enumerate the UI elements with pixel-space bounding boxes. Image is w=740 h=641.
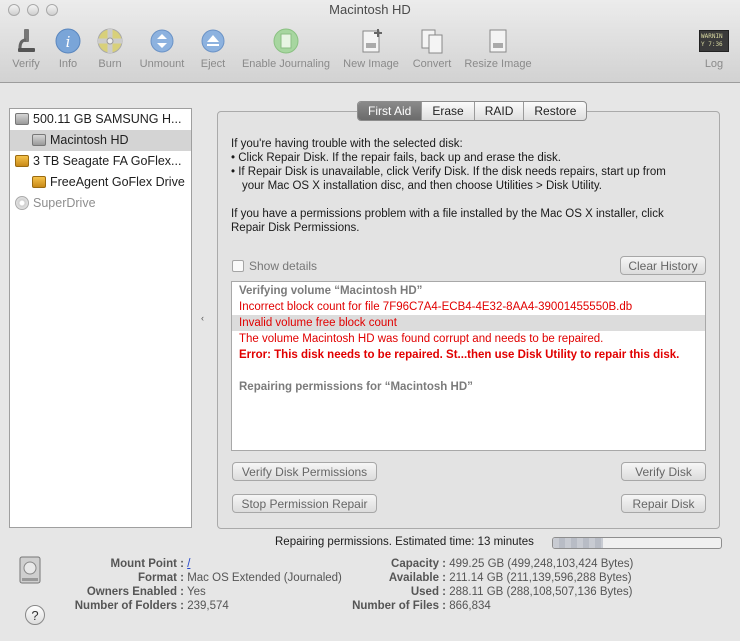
stop-permission-repair-button[interactable]: Stop Permission Repair: [232, 494, 377, 513]
split-view-resizer[interactable]: ‹: [201, 313, 204, 323]
help-text-bullet-2-cont: your Mac OS X installation disc, and the…: [242, 180, 602, 192]
mount-point-link[interactable]: /: [187, 558, 190, 570]
tab-raid[interactable]: RAID: [475, 102, 525, 120]
toolbar-eject-button[interactable]: Eject: [196, 26, 230, 76]
info-icon: i: [55, 28, 81, 54]
help-text-permissions: If you have a permissions problem with a…: [231, 208, 664, 220]
svg-text:i: i: [66, 33, 71, 51]
external-drive-icon: [15, 155, 29, 167]
log-line: Invalid volume free block count: [232, 315, 705, 331]
first-aid-log[interactable]: Verifying volume “Macintosh HD” Incorrec…: [231, 281, 706, 451]
journal-icon: [273, 28, 299, 54]
verify-disk-button[interactable]: Verify Disk: [621, 462, 706, 481]
unmount-icon: [150, 29, 174, 53]
info-available: Available : 211.14 GB (211,139,596,288 B…: [388, 572, 632, 584]
info-number-of-files: Number of Files : 866,834: [352, 600, 491, 612]
log-line: Verifying volume “Macintosh HD”: [239, 285, 423, 297]
show-details-label: Show details: [249, 259, 318, 273]
eject-icon: [201, 29, 225, 53]
hard-disk-icon: [19, 556, 41, 584]
tab-restore[interactable]: Restore: [524, 102, 586, 120]
info-mount-point: Mount Point : /: [110, 558, 191, 570]
window-title: Macintosh HD: [329, 2, 411, 17]
toolbar-burn-button[interactable]: Burn: [92, 26, 128, 76]
log-line: Repairing permissions for “Macintosh HD”: [239, 381, 473, 393]
verify-disk-permissions-button[interactable]: Verify Disk Permissions: [232, 462, 377, 481]
burn-icon: [97, 28, 123, 54]
info-capacity: Capacity : 499.25 GB (499,248,103,424 By…: [391, 558, 634, 570]
tab-bar: First Aid Erase RAID Restore: [357, 101, 588, 121]
sidebar-item-superdrive[interactable]: SuperDrive: [10, 193, 191, 214]
sidebar-item-macintosh-hd[interactable]: Macintosh HD: [10, 130, 191, 151]
disk-list: 500.11 GB SAMSUNG H... Macintosh HD 3 TB…: [9, 108, 192, 528]
toolbar-resize-image-button[interactable]: Resize Image: [462, 26, 534, 76]
resize-image-icon: [489, 29, 507, 53]
toolbar-area: Macintosh HD Verify i Info Burn Unmount …: [0, 0, 740, 83]
microscope-icon: [18, 29, 35, 52]
sidebar-item-samsung-disk[interactable]: 500.11 GB SAMSUNG H...: [10, 109, 191, 130]
log-line: Incorrect block count for file 7F96C7A4-…: [239, 301, 633, 313]
toolbar-convert-button[interactable]: Convert: [406, 26, 458, 76]
tab-erase[interactable]: Erase: [422, 102, 475, 120]
clear-history-button[interactable]: Clear History: [620, 256, 706, 275]
toolbar-new-image-button[interactable]: New Image: [340, 26, 402, 76]
repair-disk-button[interactable]: Repair Disk: [621, 494, 706, 513]
progress-bar: [552, 537, 722, 549]
convert-icon: [421, 29, 443, 54]
volume-icon: [32, 134, 46, 146]
toolbar-verify-button[interactable]: Verify: [6, 26, 46, 76]
info-format: Format : Mac OS Extended (Journaled): [138, 572, 342, 584]
help-text-heading: If you're having trouble with the select…: [231, 138, 463, 150]
toolbar-unmount-button[interactable]: Unmount: [134, 26, 190, 76]
optical-drive-icon: [15, 196, 29, 210]
help-text-permissions-cont: Repair Disk Permissions.: [231, 222, 360, 234]
disk-utility-window: Macintosh HD Verify i Info Burn Unmount …: [0, 0, 740, 641]
hard-drive-icon: [15, 113, 29, 125]
sidebar-item-freeagent-drive[interactable]: FreeAgent GoFlex Drive: [10, 172, 191, 193]
info-number-of-folders: Number of Folders : 239,574: [74, 600, 229, 612]
sidebar-item-seagate-disk[interactable]: 3 TB Seagate FA GoFlex...: [10, 151, 191, 172]
help-button[interactable]: ?: [25, 605, 45, 625]
show-details-checkbox[interactable]: [232, 260, 244, 272]
toolbar-log-button[interactable]: WARNIN Y 7:36 Log: [696, 26, 732, 76]
info-used: Used : 288.11 GB (288,108,507,136 Bytes): [410, 586, 633, 598]
help-text-bullet-2: • If Repair Disk is unavailable, click V…: [231, 166, 666, 178]
info-owners-enabled: Owners Enabled : Yes: [86, 586, 206, 598]
toolbar-info-button[interactable]: i Info: [50, 26, 86, 76]
toolbar-enable-journaling-button[interactable]: Enable Journaling: [238, 26, 334, 76]
tab-first-aid[interactable]: First Aid: [358, 102, 423, 120]
external-volume-icon: [32, 176, 46, 188]
help-text-bullet-1: • Click Repair Disk. If the repair fails…: [231, 152, 562, 164]
progress-bar-fill: [553, 538, 604, 548]
log-line: Error: This disk needs to be repaired. S…: [239, 349, 680, 361]
log-icon: WARNIN Y 7:36: [699, 30, 729, 52]
progress-status-text: Repairing permissions. Estimated time: 1…: [275, 536, 534, 548]
new-image-icon: [362, 29, 382, 53]
log-line: The volume Macintosh HD was found corrup…: [239, 333, 604, 345]
